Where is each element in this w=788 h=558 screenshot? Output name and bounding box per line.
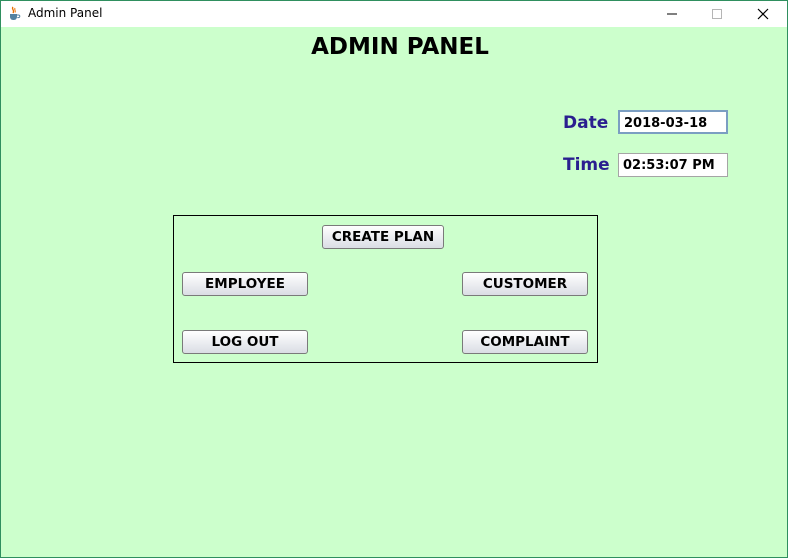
date-field[interactable]: 2018-03-18 [618, 110, 728, 134]
log-out-button[interactable]: LOG OUT [182, 330, 308, 354]
time-field[interactable]: 02:53:07 PM [618, 153, 728, 177]
close-icon[interactable] [740, 1, 786, 27]
complaint-button[interactable]: COMPLAINT [462, 330, 588, 354]
maximize-icon[interactable] [694, 1, 740, 27]
title-bar[interactable]: Admin Panel [1, 1, 787, 27]
page-title: ADMIN PANEL [311, 34, 489, 60]
java-cup-icon [7, 6, 21, 21]
customer-button[interactable]: CUSTOMER [462, 272, 588, 296]
create-plan-button[interactable]: CREATE PLAN [322, 225, 444, 249]
minimize-icon[interactable] [649, 1, 695, 27]
employee-button[interactable]: EMPLOYEE [182, 272, 308, 296]
admin-panel-window: Admin Panel ADMIN PANEL Date 2018-03-18 … [0, 0, 788, 558]
content-pane: ADMIN PANEL Date 2018-03-18 Time 02:53:0… [1, 27, 787, 557]
date-label: Date [563, 113, 609, 133]
window-title: Admin Panel [28, 6, 103, 20]
time-label: Time [563, 155, 610, 175]
